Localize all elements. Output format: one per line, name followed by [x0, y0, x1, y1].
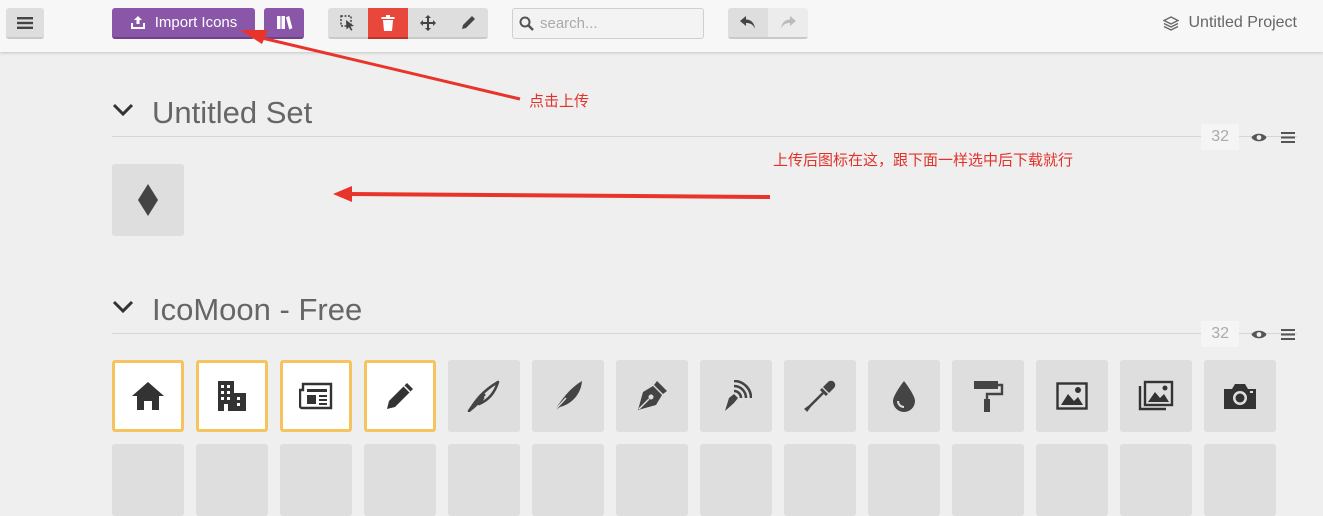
- import-icons-button[interactable]: Import Icons: [112, 8, 255, 39]
- move-arrows-icon: [420, 14, 436, 31]
- images-icon: [1138, 380, 1174, 411]
- set-title: IcoMoon - Free: [152, 292, 363, 327]
- glyph-pencil[interactable]: [364, 360, 436, 432]
- search-box: [512, 8, 704, 39]
- pencil-icon: [387, 383, 413, 409]
- set-title: Untitled Set: [152, 95, 313, 130]
- glyph-placeholder[interactable]: [196, 444, 268, 516]
- glyph-camera[interactable]: [1204, 360, 1276, 432]
- paint-roller-icon: [974, 381, 1004, 412]
- hamburger-icon: [1281, 328, 1295, 340]
- icon-size-count[interactable]: 32: [1201, 321, 1239, 347]
- chevron-down-icon[interactable]: [112, 103, 134, 117]
- blog-icon: [725, 380, 752, 411]
- chevron-down-icon[interactable]: [112, 300, 134, 314]
- annotation-upload-hint: 点击上传: [529, 93, 590, 110]
- glyph-diamond[interactable]: [112, 164, 184, 236]
- glyph-home[interactable]: [112, 360, 184, 432]
- glyph-office[interactable]: [196, 360, 268, 432]
- glyph-feather[interactable]: [532, 360, 604, 432]
- glyph-newspaper[interactable]: [280, 360, 352, 432]
- glyph-placeholder[interactable]: [1204, 444, 1276, 516]
- hamburger-icon: [1281, 131, 1295, 143]
- select-cursor-icon: [340, 14, 354, 31]
- image-icon: [1056, 382, 1088, 410]
- arrowhead-untitled-set: [333, 186, 352, 202]
- visibility-toggle[interactable]: [1239, 124, 1279, 150]
- pencil-icon: [461, 16, 475, 29]
- set-menu-button[interactable]: [1279, 321, 1297, 347]
- undo-icon: [740, 15, 755, 29]
- droplet-icon: [893, 381, 915, 412]
- newspaper-icon: [299, 382, 333, 410]
- delete-tool-button[interactable]: [368, 8, 408, 39]
- glyph-image[interactable]: [1036, 360, 1108, 432]
- diamond-icon: [138, 184, 158, 216]
- set-menu-button[interactable]: [1279, 124, 1297, 150]
- icon-size-count[interactable]: 32: [1201, 124, 1239, 150]
- glyph-pen[interactable]: [616, 360, 688, 432]
- arrow-to-untitled-set: [349, 192, 771, 199]
- history-group: [728, 8, 808, 39]
- glyph-placeholder[interactable]: [1036, 444, 1108, 516]
- import-icons-label: Import Icons: [154, 14, 238, 31]
- library-icon: [276, 16, 292, 30]
- glyph-placeholder[interactable]: [448, 444, 520, 516]
- visibility-toggle[interactable]: [1239, 321, 1279, 347]
- untitled-set-glyphs: [112, 164, 184, 236]
- redo-button[interactable]: [768, 8, 808, 39]
- search-icon: [519, 16, 534, 31]
- upload-icon: [130, 16, 145, 29]
- eyedropper-icon: [804, 380, 836, 412]
- glyph-placeholder[interactable]: [112, 444, 184, 516]
- set-header-untitled: Untitled Set 32: [112, 93, 1297, 150]
- glyph-eyedropper[interactable]: [784, 360, 856, 432]
- annotation-after-upload-hint: 上传后图标在这，跟下面一样选中后下载就行: [773, 152, 1074, 169]
- glyph-paint-roller[interactable]: [952, 360, 1024, 432]
- glyph-placeholder[interactable]: [868, 444, 940, 516]
- feather-icon: [553, 381, 582, 412]
- set-tools: 32: [1201, 124, 1297, 150]
- set-header-icomoon-free: IcoMoon - Free 32: [112, 290, 1297, 347]
- quill-icon: [467, 380, 500, 412]
- pen-icon: [638, 381, 667, 410]
- glyph-placeholder[interactable]: [784, 444, 856, 516]
- set-tools: 32: [1201, 321, 1297, 347]
- undo-button[interactable]: [728, 8, 768, 39]
- glyph-quill[interactable]: [448, 360, 520, 432]
- glyph-placeholder[interactable]: [532, 444, 604, 516]
- glyph-placeholder[interactable]: [280, 444, 352, 516]
- icon-library-button[interactable]: [264, 8, 304, 39]
- glyph-placeholder[interactable]: [952, 444, 1024, 516]
- home-icon: [132, 382, 164, 410]
- glyph-placeholder[interactable]: [364, 444, 436, 516]
- office-icon: [218, 381, 246, 411]
- trash-icon: [381, 14, 395, 31]
- move-tool-button[interactable]: [408, 8, 448, 39]
- hamburger-icon: [17, 16, 33, 29]
- edit-tool-button[interactable]: [448, 8, 488, 39]
- glyph-placeholder[interactable]: [700, 444, 772, 516]
- eye-icon: [1251, 133, 1267, 141]
- glyph-placeholder[interactable]: [616, 444, 688, 516]
- eye-icon: [1251, 330, 1267, 338]
- glyph-images[interactable]: [1120, 360, 1192, 432]
- project-name: Untitled Project: [1188, 14, 1298, 31]
- main-menu-button[interactable]: [6, 8, 44, 39]
- search-input[interactable]: [540, 15, 690, 32]
- icomoon-free-glyphs: [112, 360, 1276, 432]
- camera-icon: [1224, 384, 1256, 409]
- top-toolbar: Import Icons Untitled Project: [0, 0, 1323, 52]
- glyph-placeholder[interactable]: [1120, 444, 1192, 516]
- icomoon-free-glyphs-row2: [112, 444, 1276, 516]
- select-tool-button[interactable]: [328, 8, 368, 39]
- redo-icon: [781, 15, 796, 29]
- glyph-droplet[interactable]: [868, 360, 940, 432]
- project-selector[interactable]: Untitled Project: [1162, 14, 1298, 32]
- glyph-blog[interactable]: [700, 360, 772, 432]
- selection-tool-group: [328, 8, 488, 39]
- layers-icon: [1162, 15, 1179, 31]
